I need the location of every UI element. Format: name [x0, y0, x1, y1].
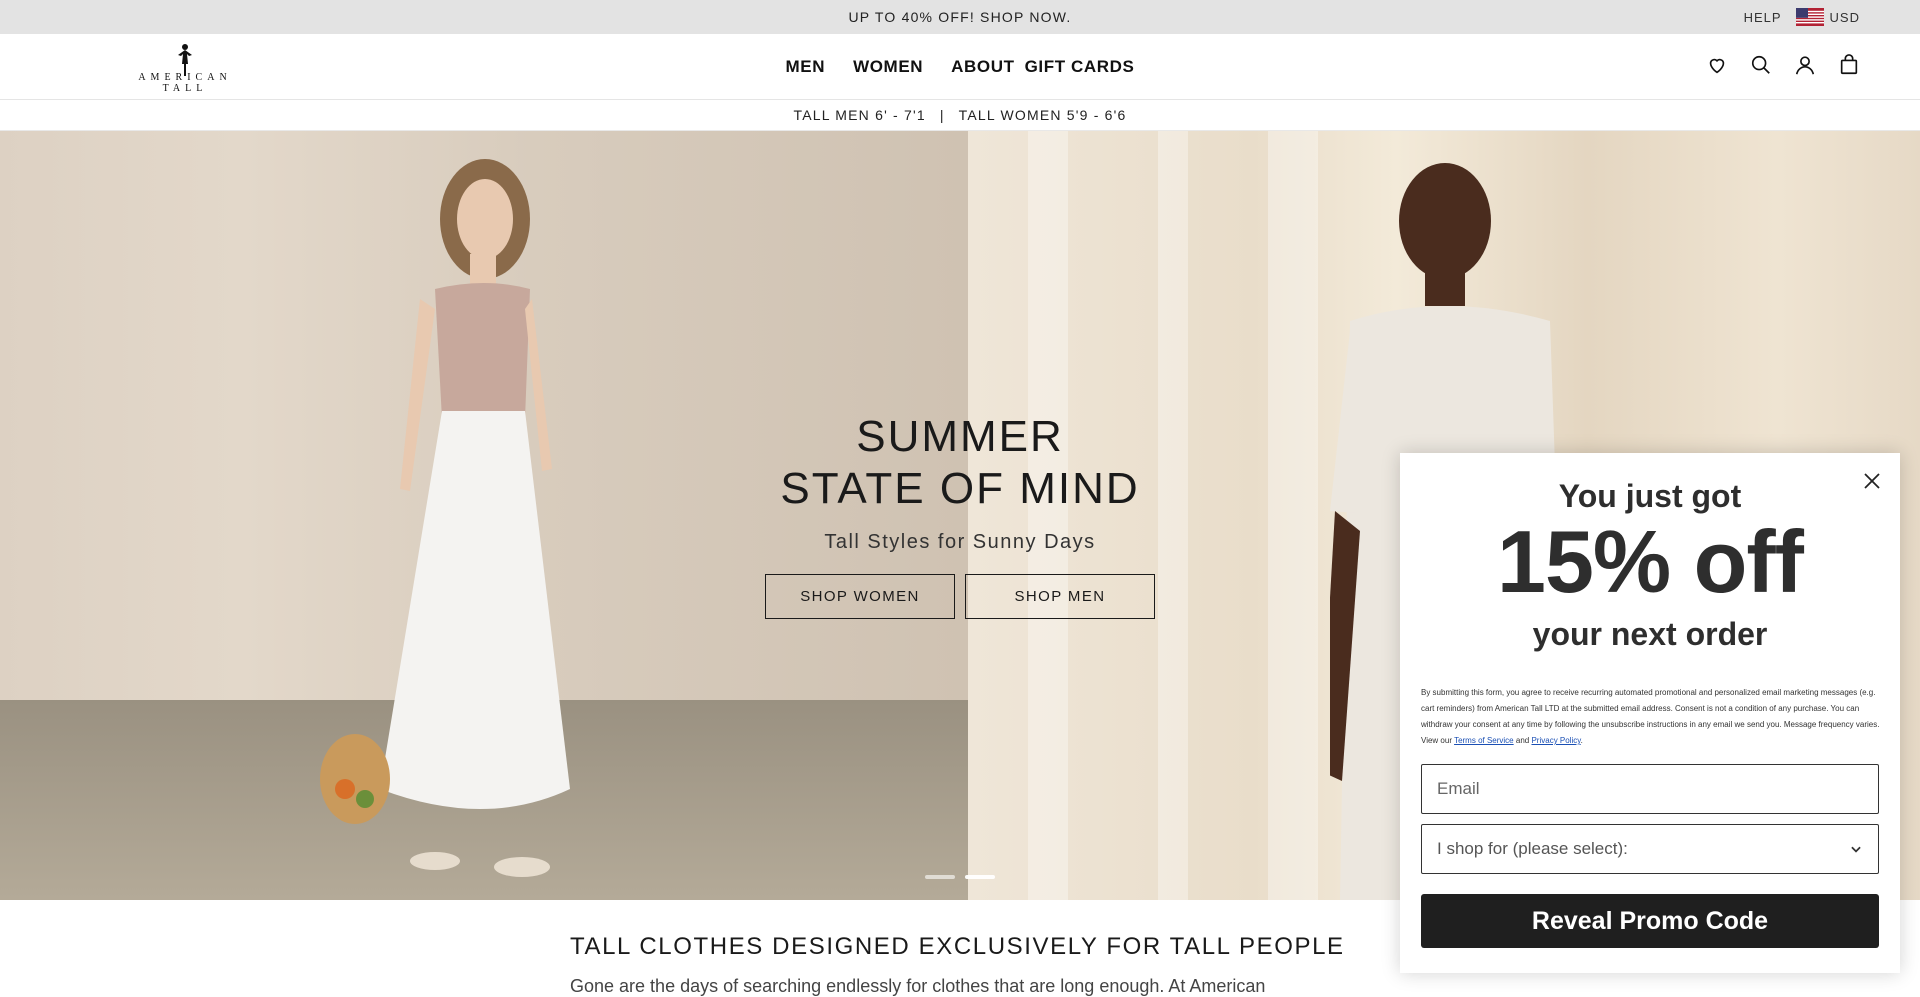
nav-men[interactable]: MEN [786, 57, 826, 77]
site-header: AMERICAN TALL MEN WOMEN ABOUT GIFT CARDS [0, 34, 1920, 100]
carousel-dot-2[interactable] [965, 875, 995, 879]
popup-legal-text: By submitting this form, you agree to re… [1421, 685, 1881, 749]
hero-content: SUMMER STATE OF MIND Tall Styles for Sun… [760, 411, 1160, 619]
nav-about[interactable]: ABOUT [951, 57, 1014, 77]
legal-and: and [1515, 736, 1530, 745]
privacy-link[interactable]: Privacy Policy [1531, 736, 1580, 745]
promo-text[interactable]: UP TO 40% OFF! SHOP NOW. [848, 9, 1071, 25]
currency-label: USD [1829, 9, 1860, 25]
nav-gift-cards[interactable]: GIFT CARDS [1025, 57, 1135, 77]
heart-icon[interactable] [1706, 54, 1728, 76]
email-field[interactable] [1421, 764, 1879, 814]
promo-popup: You just got 15% off your next order By … [1400, 453, 1900, 973]
carousel-dots [925, 875, 995, 879]
light-stripe [1268, 131, 1318, 900]
hero-title-line1: SUMMER [856, 412, 1064, 461]
shop-women-button[interactable]: SHOP WOMEN [765, 574, 955, 619]
section-text: Gone are the days of searching endlessly… [570, 976, 1266, 996]
carousel-dot-1[interactable] [925, 875, 955, 879]
popup-discount: 15% off [1497, 512, 1804, 611]
hero-title-line2: STATE OF MIND [780, 464, 1140, 513]
tall-men-link[interactable]: TALL MEN 6' - 7'1 [793, 107, 925, 123]
header-icons [1706, 54, 1860, 76]
us-flag-icon [1795, 8, 1824, 26]
legal-period: . [1580, 736, 1583, 745]
cart-icon[interactable] [1838, 54, 1860, 76]
account-icon[interactable] [1794, 54, 1816, 76]
currency-selector[interactable]: USD [1795, 8, 1860, 26]
hero-buttons: SHOP WOMEN SHOP MEN [760, 574, 1160, 619]
shop-for-select[interactable]: I shop for (please select): [1421, 824, 1879, 874]
promo-bar: UP TO 40% OFF! SHOP NOW. HELP USD [0, 0, 1920, 34]
chevron-down-icon [1851, 846, 1861, 853]
help-link[interactable]: HELP [1744, 10, 1782, 25]
hero-subtitle: Tall Styles for Sunny Days [824, 531, 1096, 553]
separator: | [939, 107, 945, 123]
popup-line3: your next order [1532, 616, 1768, 652]
main-nav: MEN WOMEN ABOUT GIFT CARDS [0, 34, 1920, 100]
section-title: TALL CLOTHES DESIGNED EXCLUSIVELY FOR TA… [570, 933, 1345, 960]
popup-line1: You just got [1558, 478, 1742, 514]
tall-women-link[interactable]: TALL WOMEN 5'9 - 6'6 [959, 107, 1127, 123]
terms-link[interactable]: Terms of Service [1454, 736, 1514, 745]
select-placeholder: I shop for (please select): [1437, 839, 1628, 858]
height-range-bar: TALL MEN 6' - 7'1 | TALL WOMEN 5'9 - 6'6 [0, 100, 1920, 131]
shop-men-button[interactable]: SHOP MEN [965, 574, 1155, 619]
search-icon[interactable] [1750, 54, 1772, 76]
nav-women[interactable]: WOMEN [853, 57, 923, 77]
top-right-utility: HELP USD [1744, 0, 1860, 34]
reveal-promo-code-button[interactable]: Reveal Promo Code [1421, 894, 1879, 948]
woman-model-image [320, 159, 570, 877]
light-stripe [1158, 131, 1188, 900]
